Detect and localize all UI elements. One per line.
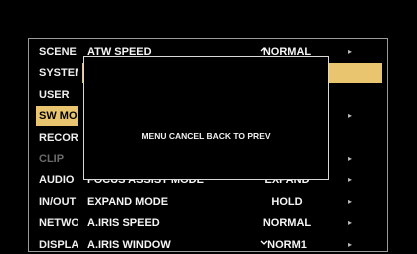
- triangle-right-icon: ▸: [348, 111, 353, 121]
- menu-item-row[interactable]: EXPAND MODE HOLD ▸: [82, 192, 382, 212]
- category-item[interactable]: NETWORK: [36, 213, 78, 233]
- menu-item-value: NORMAL: [262, 217, 312, 230]
- triangle-right-icon: ▸: [348, 175, 353, 185]
- scroll-down-icon[interactable]: [259, 239, 269, 247]
- category-item[interactable]: IN/OUT: [36, 192, 78, 212]
- category-item[interactable]: SW MODE: [36, 106, 78, 127]
- menu-cancel-dialog: MENU CANCEL BACK TO PREV: [83, 56, 329, 180]
- menu-item-label: EXPAND MODE: [87, 195, 169, 208]
- category-item[interactable]: CLIP: [36, 149, 78, 169]
- triangle-right-icon: ▸: [348, 196, 353, 206]
- menu-item-value: NORM1: [267, 238, 307, 251]
- menu-item-label: A.IRIS SPEED: [87, 217, 160, 230]
- triangle-right-icon: ▸: [348, 47, 353, 56]
- menu-item-row[interactable]: A.IRIS WINDOW NORM1 ▸: [82, 235, 382, 251]
- dialog-message: MENU CANCEL BACK TO PREV: [141, 131, 271, 141]
- triangle-right-icon: ▸: [348, 239, 353, 249]
- category-item[interactable]: DISPLAY: [36, 235, 78, 248]
- category-item[interactable]: RECORDING: [36, 128, 78, 148]
- menu-item-value: HOLD: [271, 195, 303, 208]
- menu-item-row[interactable]: A.IRIS SPEED NORMAL ▸: [82, 213, 382, 233]
- category-item[interactable]: USER: [36, 85, 78, 105]
- category-item[interactable]: SCENE FILE: [36, 42, 78, 62]
- category-list: SCENE FILESYSTEMUSERSW MODERECORDINGCLIP…: [36, 42, 78, 248]
- category-item[interactable]: AUDIO: [36, 170, 78, 190]
- triangle-right-icon: ▸: [348, 153, 353, 163]
- triangle-right-icon: ▸: [348, 218, 353, 228]
- menu-item-label: A.IRIS WINDOW: [87, 238, 171, 251]
- category-item[interactable]: SYSTEM: [36, 63, 78, 83]
